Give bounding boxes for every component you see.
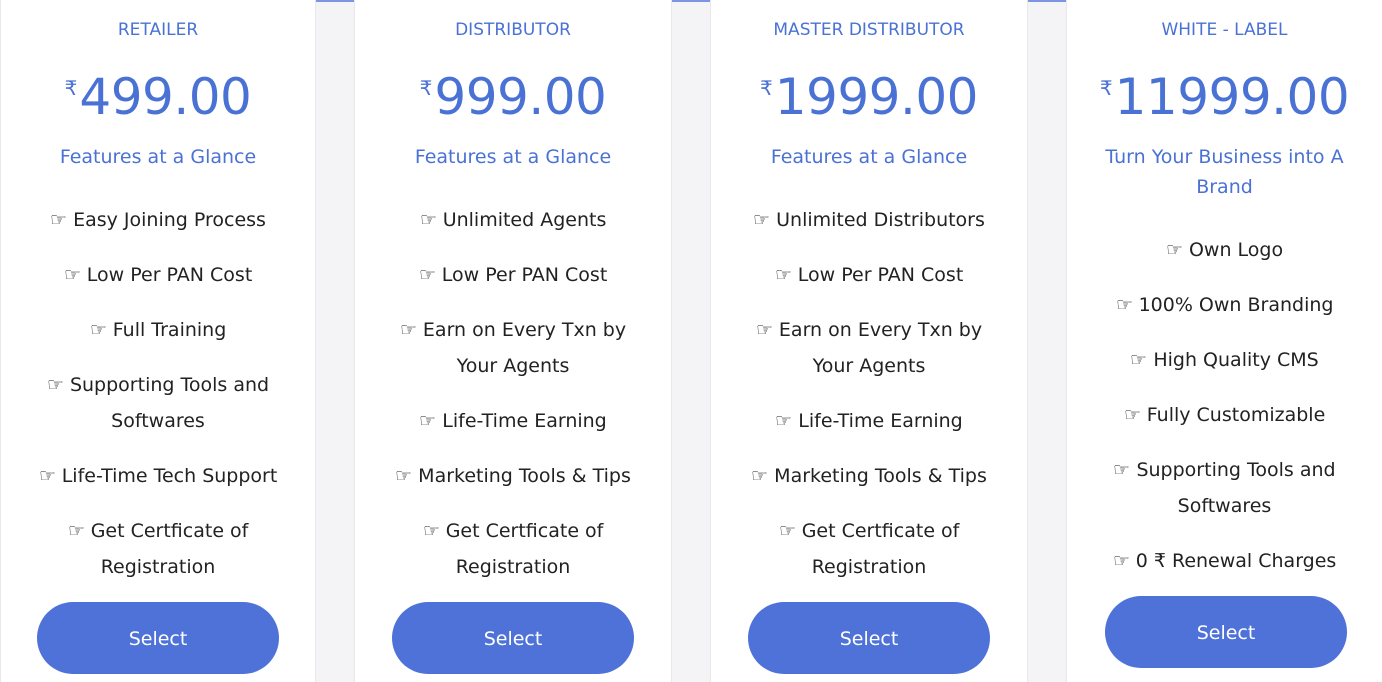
pointing-hand-icon: ☜ [775, 410, 793, 432]
pointing-hand-icon: ☜ [1115, 294, 1133, 316]
price-amount: 11999.00 [1114, 68, 1350, 126]
pointing-hand-icon: ☜ [1123, 404, 1141, 426]
feature-list: ☜ Unlimited Distributors ☜ Low Per PAN Cos… [721, 202, 1017, 604]
pointing-hand-icon: ☜ [774, 264, 792, 286]
plan-subtitle: Features at a Glance [59, 146, 257, 168]
plan-card-retailer: RETAILER ₹499.00 Features at a Glance ☜ E… [0, 0, 316, 682]
pointing-hand-icon: ☜ [46, 374, 64, 396]
plan-name: DISTRIBUTOR [455, 20, 571, 40]
rupee-icon: ₹ [64, 76, 78, 100]
rupee-icon: ₹ [419, 76, 433, 100]
select-button-master-distributor[interactable]: Select [748, 602, 990, 674]
pointing-hand-icon: ☜ [38, 465, 56, 487]
pointing-hand-icon: ☜ [1113, 459, 1131, 481]
feature-item: ☜ Supporting Tools and Softwares [11, 367, 305, 439]
pointing-hand-icon: ☜ [778, 520, 796, 542]
pointing-hand-icon: ☜ [418, 264, 436, 286]
rupee-icon: ₹ [1099, 76, 1113, 100]
pointing-hand-icon: ☜ [1130, 349, 1148, 371]
feature-item: ☜ Earn on Every Txn by Your Agents [721, 312, 1017, 384]
feature-item: ☜ Marketing Tools & Tips [365, 458, 661, 494]
select-button-distributor[interactable]: Select [392, 602, 634, 674]
pointing-hand-icon: ☜ [419, 410, 437, 432]
pointing-hand-icon: ☜ [1112, 550, 1130, 572]
plan-subtitle: Features at a Glance [414, 146, 612, 168]
rupee-icon: ₹ [760, 76, 773, 100]
pointing-hand-icon: ☜ [89, 319, 107, 341]
feature-item: ☜ Low Per PAN Cost [11, 257, 305, 293]
feature-item: ☜ Life-Time Earning [721, 403, 1017, 439]
feature-item: ☜ Get Certficate of Registration [11, 513, 305, 585]
feature-item: ☜ High Quality CMS [1077, 342, 1372, 378]
feature-item: ☜ Marketing Tools & Tips [721, 458, 1017, 494]
feature-item: ☜ Get Certficate of Registration [721, 513, 1017, 585]
pointing-hand-icon: ☜ [751, 465, 769, 487]
feature-item: ☜ Own Logo [1077, 232, 1372, 268]
select-button-white-label[interactable]: Select [1105, 596, 1347, 668]
feature-item: ☜ Life-Time Earning [365, 403, 661, 439]
pointing-hand-icon: ☜ [753, 209, 771, 231]
plan-name: RETAILER [117, 20, 199, 40]
price-amount: 1999.00 [774, 68, 979, 126]
plan-name: MASTER DISTRIBUTOR [773, 20, 965, 40]
feature-item: ☜ Get Certficate of Registration [365, 513, 661, 585]
feature-item: ☜ Low Per PAN Cost [721, 257, 1017, 293]
price-amount: 999.00 [434, 68, 607, 126]
feature-item: ☜ 100% Own Branding [1077, 287, 1372, 323]
plan-price: ₹1999.00 [711, 66, 1027, 128]
pointing-hand-icon: ☜ [422, 520, 440, 542]
feature-item: ☜ Unlimited Distributors [721, 202, 1017, 238]
pointing-hand-icon: ☜ [419, 209, 437, 231]
pointing-hand-icon: ☜ [1165, 239, 1183, 261]
feature-item: ☜ Earn on Every Txn by Your Agents [365, 312, 661, 384]
feature-item: ☜ Life-Time Tech Support [11, 458, 305, 494]
feature-item: ☜ 0 ₹ Renewal Charges [1077, 543, 1372, 579]
plan-card-master-distributor: MASTER DISTRIBUTOR ₹1999.00 Features at … [710, 0, 1028, 682]
feature-item: ☜ Easy Joining Process [11, 202, 305, 238]
feature-list: ☜ Unlimited Agents ☜ Low Per PAN Cost ☜ Ear… [365, 202, 661, 604]
feature-list: ☜ Own Logo ☜ 100% Own Branding ☜ High Quali… [1077, 232, 1372, 598]
plan-price: ₹499.00 [1, 66, 315, 128]
feature-item: ☜ Supporting Tools and Softwares [1077, 452, 1372, 524]
pointing-hand-icon: ☜ [63, 264, 81, 286]
pointing-hand-icon: ☜ [755, 319, 773, 341]
plan-card-white-label: WHITE - LABEL ₹11999.00 Turn Your Busine… [1066, 0, 1382, 682]
feature-item: ☜ Full Training [11, 312, 305, 348]
plan-price: ₹999.00 [355, 66, 671, 128]
price-amount: 499.00 [79, 68, 252, 126]
pointing-hand-icon: ☜ [399, 319, 417, 341]
select-button-retailer[interactable]: Select [37, 602, 279, 674]
plan-name: WHITE - LABEL [1161, 20, 1288, 40]
feature-item: ☜ Unlimited Agents [365, 202, 661, 238]
pointing-hand-icon: ☜ [395, 465, 413, 487]
pointing-hand-icon: ☜ [67, 520, 85, 542]
plan-subtitle: Turn Your Business into A Brand [1105, 146, 1344, 198]
pointing-hand-icon: ☜ [50, 209, 68, 231]
plan-card-distributor: DISTRIBUTOR ₹999.00 Features at a Glance… [354, 0, 672, 682]
feature-item: ☜ Fully Customizable [1077, 397, 1372, 433]
feature-list: ☜ Easy Joining Process ☜ Low Per PAN Cost … [11, 202, 305, 604]
feature-item: ☜ Low Per PAN Cost [365, 257, 661, 293]
plan-subtitle: Features at a Glance [770, 146, 968, 168]
plan-price: ₹11999.00 [1067, 66, 1382, 128]
